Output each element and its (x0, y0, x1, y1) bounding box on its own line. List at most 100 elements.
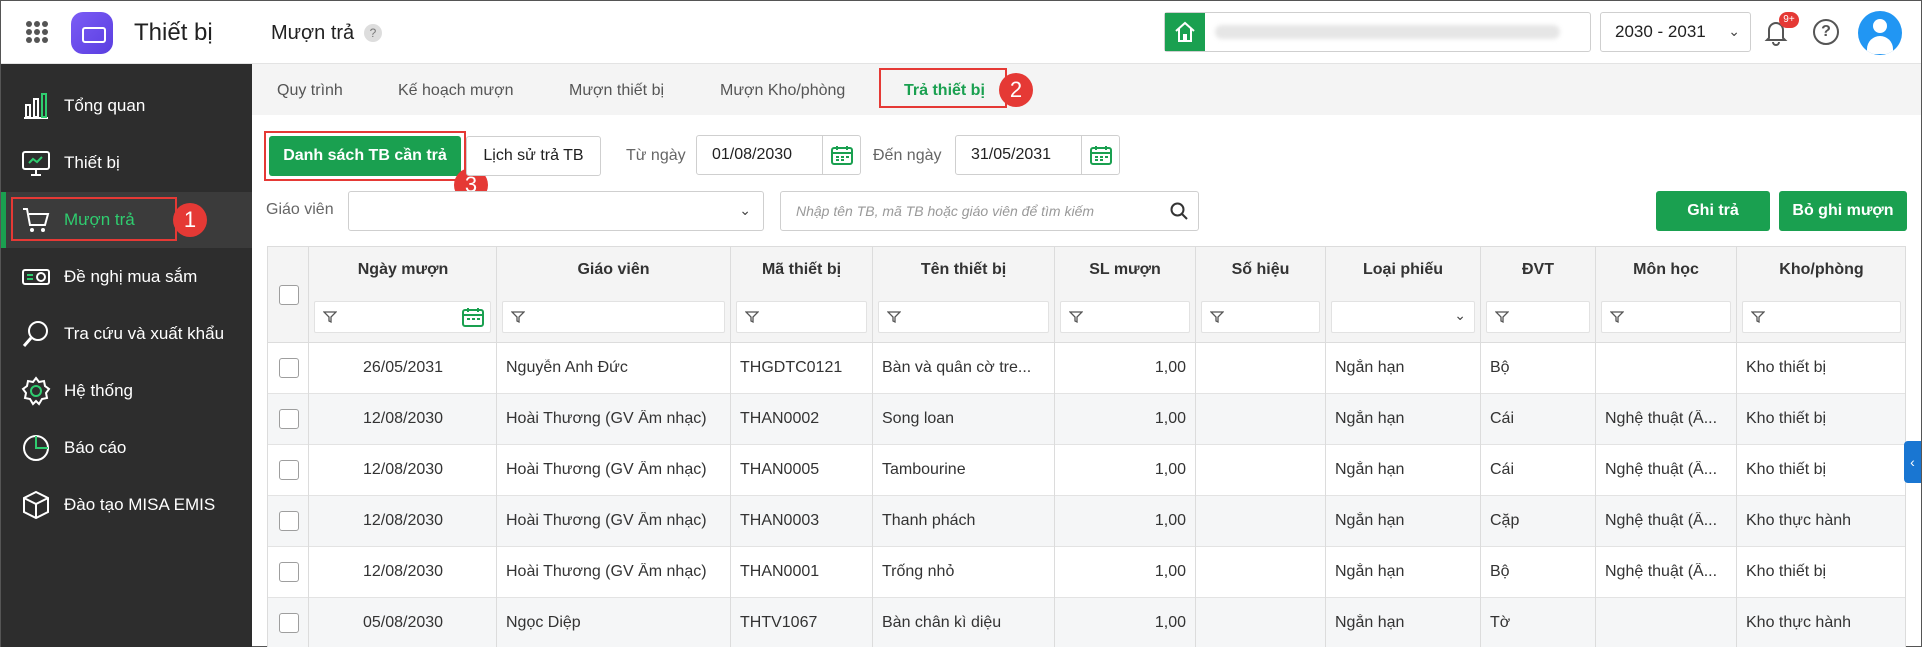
record-return-button[interactable]: Ghi trả (1656, 191, 1770, 231)
column-header-subject[interactable]: Môn học (1595, 261, 1737, 279)
sidebar-item-label: Thiết bị (64, 153, 120, 172)
page-help-icon[interactable]: ? (364, 24, 382, 42)
filter-icon (1495, 311, 1509, 324)
search-input[interactable]: Nhập tên TB, mã TB hoặc giáo viên để tìm… (780, 191, 1199, 231)
column-header-borrow-date[interactable]: Ngày mượn (308, 261, 498, 279)
collapse-panel-handle[interactable]: ‹ (1904, 441, 1921, 483)
sidebar-item-label: Tổng quan (64, 96, 146, 115)
school-name-redacted (1215, 25, 1560, 39)
row-checkbox[interactable] (279, 562, 299, 582)
select-all-checkbox[interactable] (279, 285, 299, 305)
tabs-bar: Quy trình Kế hoạch mượn Mượn thiết bị Mư… (252, 64, 1921, 115)
school-selector[interactable] (1164, 12, 1591, 52)
table-row[interactable]: 12/08/2030 Hoài Thương (GV Âm nhạc) THAN00… (268, 547, 1905, 598)
table-row[interactable]: 12/08/2030 Hoài Thương (GV Âm nhạc) THAN00… (268, 445, 1905, 496)
return-table: Ngày mượn Giáo viên Mã thiết bị Tên thiế… (267, 246, 1906, 647)
sidebar-item-lookup-export[interactable]: Tra cứu và xuất khẩu (1, 306, 252, 362)
tab-process[interactable]: Quy trình (277, 82, 343, 100)
help-icon[interactable]: ? (1813, 19, 1839, 45)
cell-device-code: THAN0002 (740, 410, 820, 427)
app-grid-icon[interactable] (26, 21, 48, 43)
filter-icon (1751, 311, 1765, 324)
sidebar-item-overview[interactable]: Tổng quan (1, 78, 252, 134)
from-date-value: 01/08/2030 (712, 146, 793, 163)
filter-teacher[interactable] (502, 301, 725, 333)
cell-room: Kho thiết bị (1746, 359, 1827, 376)
filter-borrow-date[interactable] (314, 301, 491, 333)
return-history-button[interactable]: Lịch sử trả TB (466, 136, 601, 176)
cell-subject: Nghệ thuật (Â... (1605, 461, 1718, 478)
tab-borrow-room[interactable]: Mượn Kho/phòng (720, 82, 845, 100)
cell-borrow-qty: 1,00 (1154, 359, 1186, 376)
app-title: Thiết bị (134, 19, 213, 46)
search-placeholder: Nhập tên TB, mã TB hoặc giáo viên để tìm… (796, 203, 1095, 219)
annotation-box-3 (264, 131, 466, 181)
cancel-borrow-button[interactable]: Bỏ ghi mượn (1779, 191, 1907, 231)
calendar-icon (831, 146, 853, 165)
filter-room[interactable] (1742, 301, 1901, 333)
table-row[interactable]: 12/08/2030 Hoài Thương (GV Âm nhạc) THAN00… (268, 496, 1905, 547)
cell-device-name: Thanh phách (882, 512, 976, 529)
calendar-icon[interactable] (462, 307, 484, 327)
sidebar-item-training[interactable]: Đào tạo MISA EMIS (1, 477, 252, 533)
annotation-number-2: 2 (999, 73, 1033, 107)
filter-borrow-qty[interactable] (1060, 301, 1190, 333)
pie-chart-icon (23, 435, 49, 461)
annotation-box-2 (879, 68, 1007, 108)
row-checkbox[interactable] (279, 460, 299, 480)
cell-room: Kho thiết bị (1746, 563, 1827, 580)
cell-device-name: Bàn và quân cờ tre... (882, 359, 1032, 376)
row-checkbox[interactable] (279, 409, 299, 429)
sidebar-item-system[interactable]: Hệ thống (1, 363, 252, 419)
avatar[interactable] (1858, 11, 1902, 55)
filter-unit[interactable] (1486, 301, 1590, 333)
column-header-device-code[interactable]: Mã thiết bị (730, 261, 873, 279)
from-date-label: Từ ngày (626, 147, 686, 164)
column-header-serial[interactable]: Số hiệu (1195, 261, 1326, 279)
teacher-select[interactable]: ⌄ (348, 191, 764, 231)
filter-device-code[interactable] (736, 301, 867, 333)
column-header-room[interactable]: Kho/phòng (1736, 261, 1905, 279)
calendar-button[interactable] (1081, 136, 1119, 174)
annotation-box-1 (11, 197, 177, 241)
column-header-slip-type[interactable]: Loại phiếu (1325, 261, 1481, 279)
sidebar-item-purchase-request[interactable]: Đề nghị mua sắm (1, 249, 252, 305)
row-checkbox[interactable] (279, 358, 299, 378)
cell-teacher: Hoài Thương (GV Âm nhạc) (506, 410, 707, 427)
search-icon[interactable] (1170, 202, 1188, 220)
from-date-field[interactable]: 01/08/2030 (696, 135, 861, 175)
cell-device-code: THAN0001 (740, 563, 820, 580)
column-header-device-name[interactable]: Tên thiết bị (872, 261, 1055, 279)
column-header-teacher[interactable]: Giáo viên (496, 261, 731, 279)
to-date-field[interactable]: 31/05/2031 (955, 135, 1120, 175)
cell-borrow-qty: 1,00 (1154, 614, 1186, 631)
cell-device-name: Bàn chân kì diệu (882, 614, 1002, 631)
table-row[interactable]: 12/08/2030 Hoài Thương (GV Âm nhạc) THAN00… (268, 394, 1905, 445)
cell-unit: Cái (1490, 461, 1515, 478)
to-date-label: Đến ngày (873, 147, 942, 164)
tab-borrow-plan[interactable]: Kế hoạch mượn (398, 82, 513, 100)
column-header-unit[interactable]: ĐVT (1480, 261, 1596, 279)
sidebar-item-reports[interactable]: Báo cáo (1, 420, 252, 476)
table-row[interactable]: 05/08/2030 Ngọc Diệp THTV1067 Bàn chân kì d… (268, 598, 1905, 647)
column-header-borrow-qty[interactable]: SL mượn (1054, 261, 1196, 279)
table-header: Ngày mượn Giáo viên Mã thiết bị Tên thiế… (268, 247, 1905, 343)
table-row[interactable]: 26/05/2031 Nguyễn Anh Đức THGDTC0121 Bàn và… (268, 343, 1905, 394)
cell-device-name: Song loan (882, 410, 955, 427)
tab-borrow-device[interactable]: Mượn thiết bị (569, 82, 664, 100)
filter-subject[interactable] (1601, 301, 1731, 333)
calendar-button[interactable] (822, 136, 860, 174)
row-checkbox[interactable] (279, 511, 299, 531)
school-icon (1165, 13, 1205, 51)
sidebar-item-devices[interactable]: Thiết bị (1, 135, 252, 191)
school-year-select[interactable]: 2030 - 2031 ⌄ (1600, 12, 1751, 52)
row-checkbox[interactable] (279, 613, 299, 633)
filter-device-name[interactable] (878, 301, 1049, 333)
top-bar: Thiết bị Mượn trả ? 2030 - 2031 ⌄ 9+ ? (1, 1, 1921, 64)
sidebar-item-label: Tra cứu và xuất khẩu (64, 324, 225, 343)
filter-serial[interactable] (1201, 301, 1320, 333)
chevron-down-icon: ⌄ (1454, 307, 1466, 323)
filter-slip-type[interactable]: ⌄ (1331, 301, 1475, 333)
chevron-down-icon: ⌄ (739, 202, 751, 218)
sidebar: Tổng quan Thiết bị Mượn trả Đề nghị mua … (1, 64, 252, 647)
